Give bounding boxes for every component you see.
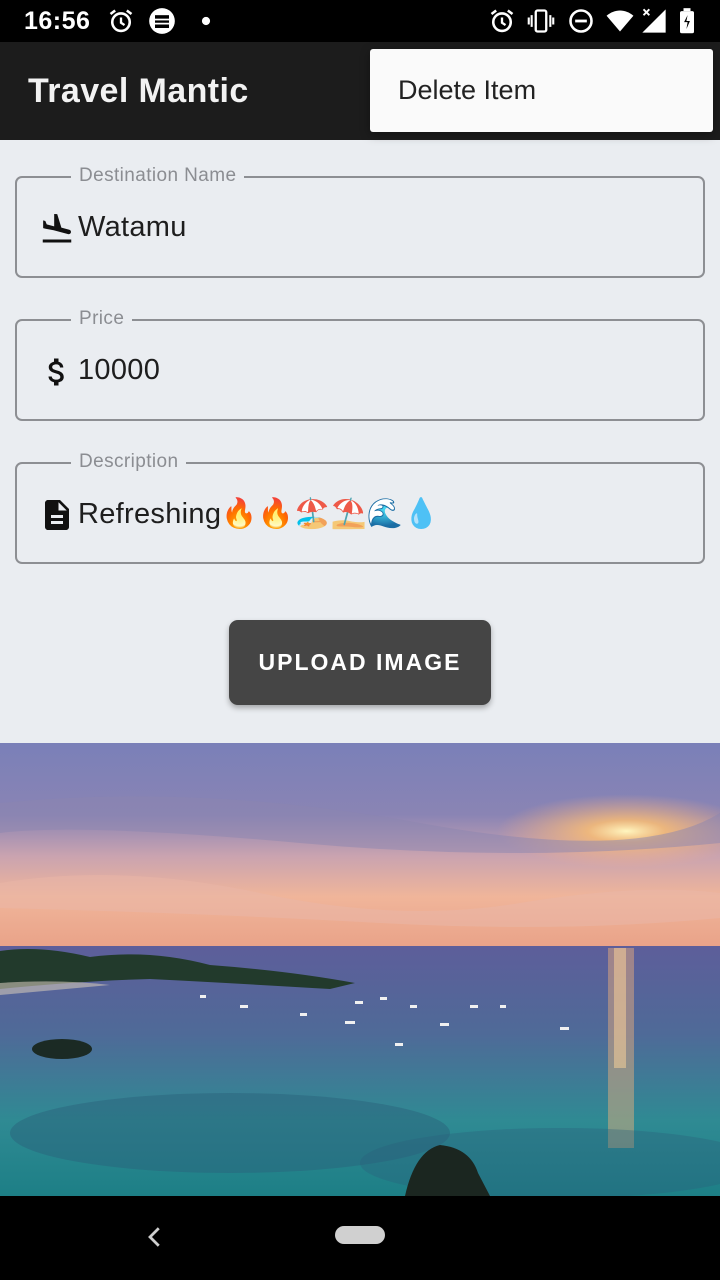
destination-name-label: Destination Name: [71, 165, 245, 187]
anybooks-notification-icon: [149, 8, 175, 34]
overflow-popup-menu: Delete Item: [370, 49, 713, 132]
description-value: Refreshing🔥🔥🏖️⛱️🌊💧: [78, 498, 440, 530]
upload-image-button[interactable]: UPLOAD IMAGE: [229, 620, 491, 705]
status-bar: 16:56: [0, 0, 720, 42]
alarm-icon: [109, 9, 133, 33]
home-pill-icon[interactable]: [335, 1226, 385, 1244]
edit-form: Destination Name Watamu Price 10000 Desc…: [0, 140, 720, 743]
menu-item-delete[interactable]: Delete Item: [398, 75, 536, 106]
price-label: Price: [71, 308, 133, 330]
alarm-icon-right: [490, 9, 514, 33]
back-icon[interactable]: [140, 1222, 170, 1252]
status-time: 16:56: [24, 7, 91, 35]
dollar-icon: [48, 358, 64, 386]
price-field[interactable]: Price 10000: [15, 308, 705, 421]
description-icon: [45, 500, 69, 530]
destination-name-field[interactable]: Destination Name Watamu: [15, 165, 705, 278]
do-not-disturb-icon: [569, 9, 593, 33]
app-title: Travel Mantic: [28, 72, 249, 110]
destination-name-value: Watamu: [78, 211, 187, 243]
signal-icon: [642, 8, 666, 33]
navigation-bar: [0, 1196, 720, 1280]
description-field[interactable]: Description Refreshing🔥🔥🏖️⛱️🌊💧: [15, 451, 705, 564]
price-value: 10000: [78, 354, 161, 386]
dot-icon: [201, 16, 211, 26]
wifi-icon: [606, 10, 634, 32]
destination-image: [0, 743, 720, 1196]
vibrate-icon: [527, 9, 555, 33]
flight-land-icon: [42, 214, 72, 243]
battery-icon: [680, 8, 694, 34]
description-label: Description: [71, 451, 187, 473]
